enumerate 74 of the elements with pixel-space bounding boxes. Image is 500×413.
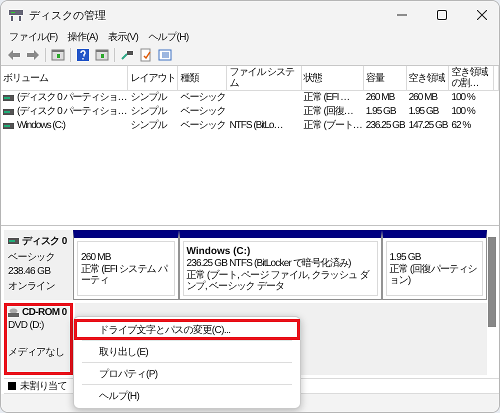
partition-info: 1.95 GB [390, 252, 422, 262]
table-cell: 正常 (EFI … [304, 91, 350, 105]
drive-icon [3, 95, 14, 101]
table-cell: 1.95 GB [366, 105, 396, 119]
partition-info: 236.25 GB NTFS (BitLocker で暗号化済み) [186, 258, 352, 268]
table-cell: (ディスク 0 パーティショ… [17, 91, 126, 105]
disk-label-panel[interactable]: CD-ROM 0 DVD (D:) メディアなし [4, 303, 73, 375]
partition-title: Windows (C:) [186, 246, 252, 256]
drive-icon [3, 109, 14, 115]
table-cell: シンプル [130, 119, 166, 133]
menu-item[interactable]: ファイル(F) [5, 30, 62, 44]
table-cell: ベーシック [180, 91, 226, 105]
column-header[interactable]: ファイル システム [229, 67, 299, 89]
disk-name: ディスク 0 [22, 235, 67, 248]
menu-item[interactable]: 取り出し(E) [74, 341, 300, 362]
checklist-icon[interactable] [139, 48, 153, 62]
forward-arrow-icon[interactable] [26, 48, 40, 62]
column-header[interactable]: レイアウト [130, 72, 176, 84]
menu-item[interactable]: ヘルプ(H) [144, 30, 193, 44]
back-arrow-icon[interactable] [7, 48, 21, 62]
partition-info: 正常 (回復パーティション) [390, 264, 478, 286]
table-cell: 正常 (回復… [304, 105, 353, 119]
list-icon[interactable] [158, 48, 172, 62]
menu-item[interactable]: ドライブ文字とパスの変更(C)... [74, 319, 300, 340]
table-cell: シンプル [130, 105, 166, 119]
legend-swatch [8, 382, 16, 390]
disk-name: CD-ROM 0 [22, 307, 67, 318]
table-cell: NTFS (BitLo… [229, 119, 282, 133]
table-cell: 正常 (ブート… [304, 119, 362, 133]
disk-detail: DVD (D:) [8, 320, 45, 331]
column-header[interactable]: 容量 [366, 72, 384, 84]
table-cell: 1.95 GB [408, 105, 438, 119]
help-icon[interactable] [76, 48, 90, 62]
table-cell: 62 % [451, 119, 470, 133]
table-cell: 100 % [451, 91, 475, 105]
partition-info: 260 MB [81, 252, 112, 262]
table-cell: 260 MB [408, 91, 438, 105]
menu-item[interactable]: 操作(A) [64, 30, 102, 44]
disk-detail: メディアなし [8, 346, 66, 359]
table-cell: ベーシック [180, 119, 226, 133]
scrollbar-thumb[interactable] [488, 237, 496, 327]
table-cell: 147.25 GB [408, 119, 448, 133]
table-cell: 100 % [451, 105, 475, 119]
column-header[interactable]: 空き領域 [408, 72, 445, 84]
partition-info: 正常 (EFI システム パーティ [81, 264, 169, 286]
disk-detail: オンライン [8, 280, 56, 293]
menu-item[interactable]: プロパティ(P) [74, 363, 300, 384]
partition-info: 正常 (ブート, ページ ファイル, クラッシュ ダンプ, ベーシック データ [186, 270, 370, 292]
panel-icon[interactable] [95, 48, 109, 62]
column-header[interactable]: 空き領域の割… [451, 67, 491, 89]
table-cell: 260 MB [366, 91, 394, 105]
table-cell: 236.25 GB [366, 119, 405, 133]
disk-management-icon [9, 9, 23, 21]
menu-item[interactable]: 表示(V) [104, 30, 142, 44]
column-header[interactable]: 状態 [304, 72, 322, 84]
window-title: ディスクの管理 [29, 8, 107, 22]
plug-icon[interactable] [120, 48, 134, 62]
table-cell: シンプル [130, 91, 166, 105]
disk-label-panel[interactable]: ディスク 0 ベーシック 238.46 GB オンライン [4, 230, 73, 300]
table-cell: Windows (C:) [17, 119, 66, 133]
drive-icon [8, 238, 19, 244]
column-header[interactable]: ボリューム [3, 72, 48, 84]
column-header[interactable]: 種類 [180, 72, 198, 84]
close-icon [477, 10, 487, 20]
table-cell: (ディスク 0 パーティショ… [17, 105, 126, 119]
disk-detail: 238.46 GB [8, 266, 52, 277]
optical-drive-icon [8, 308, 19, 317]
maximize-icon [437, 10, 447, 20]
panel-icon[interactable] [51, 48, 65, 62]
legend-label: 未割り当て [20, 380, 68, 393]
drive-icon [3, 123, 14, 129]
disk-detail: ベーシック [8, 251, 56, 264]
table-cell: ベーシック [180, 105, 226, 119]
menu-item[interactable]: ヘルプ(H) [74, 385, 300, 406]
